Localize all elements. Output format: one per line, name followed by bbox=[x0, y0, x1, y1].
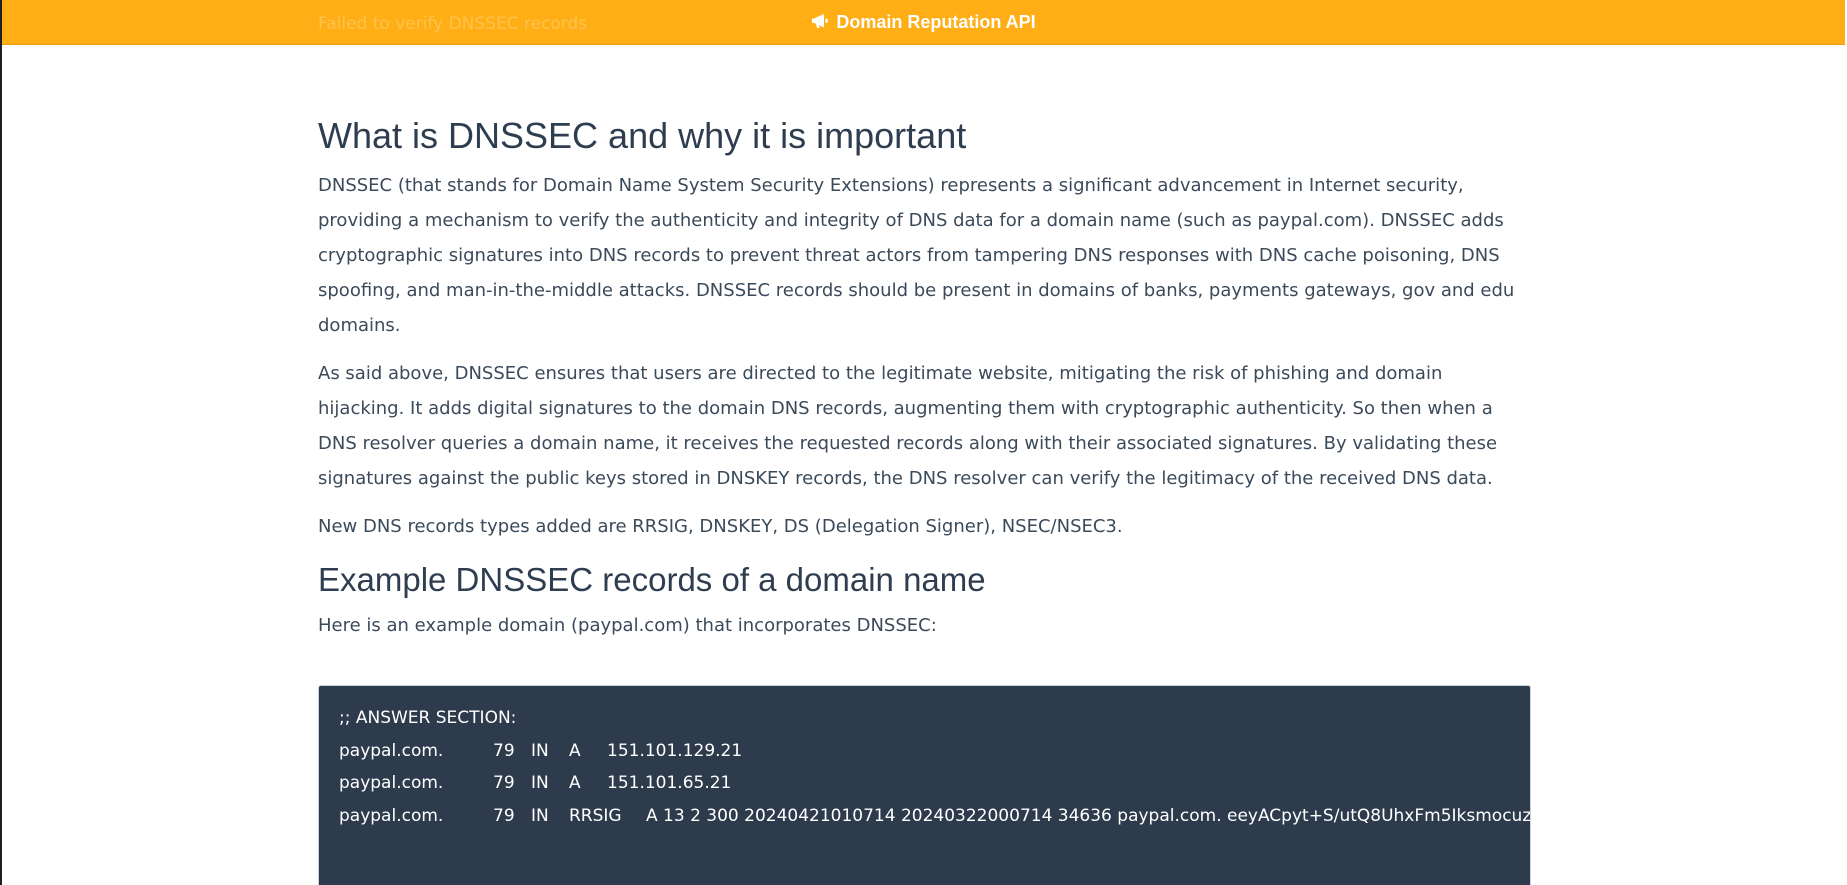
record-ttl: 79 bbox=[493, 740, 515, 761]
paragraph-intro: DNSSEC (that stands for Domain Name Syst… bbox=[318, 175, 1515, 336]
section-heading-what-is-dnssec: What is DNSSEC and why it is important bbox=[318, 115, 967, 156]
record-class: IN bbox=[531, 773, 549, 793]
record-class: IN bbox=[531, 805, 549, 826]
record-name: paypal.com. bbox=[339, 740, 444, 761]
brand-link[interactable]: Domain Reputation API bbox=[2, 12, 1845, 34]
dns-records-code-block[interactable]: ;; ANSWER SECTION: paypal.com. 79 IN A 151.1… bbox=[318, 685, 1531, 885]
code-record-row: paypal.com. 79 IN A 151.101.65.21 bbox=[339, 767, 1510, 800]
main-content: What is DNSSEC and why it is important D… bbox=[318, 110, 1533, 885]
page-frame: Failed to verify DNSSEC records Domain R… bbox=[0, 0, 1845, 885]
record-ttl: 79 bbox=[493, 773, 515, 793]
record-type: A bbox=[569, 773, 581, 793]
record-type: RRSIG bbox=[569, 805, 622, 826]
section-heading-example: Example DNSSEC records of a domain name bbox=[318, 561, 986, 598]
paragraph-example-intro: Here is an example domain (paypal.com) t… bbox=[318, 615, 937, 636]
brand-title: Domain Reputation API bbox=[836, 12, 1036, 32]
record-name: paypal.com. bbox=[339, 805, 444, 826]
code-record-row: paypal.com. 79 IN A 151.101.129.21 bbox=[339, 735, 1510, 768]
paragraph-record-types: New DNS records types added are RRSIG, D… bbox=[318, 516, 1123, 537]
megaphone-icon bbox=[811, 13, 830, 34]
record-data: 151.101.65.21 bbox=[607, 773, 732, 793]
code-record-row: paypal.com. 79 IN RRSIG A 13 2 300 202404210… bbox=[339, 800, 1530, 833]
code-answer-header: ;; ANSWER SECTION: bbox=[339, 708, 517, 728]
record-ttl: 79 bbox=[493, 805, 515, 826]
record-class: IN bbox=[531, 740, 549, 761]
record-name: paypal.com. bbox=[339, 773, 444, 793]
top-banner: Failed to verify DNSSEC records Domain R… bbox=[2, 0, 1845, 45]
record-data: A 13 2 300 20240421010714 20240322000714… bbox=[646, 805, 1531, 826]
paragraph-legitimacy: As said above, DNSSEC ensures that users… bbox=[318, 363, 1498, 489]
record-data: 151.101.129.21 bbox=[607, 740, 743, 761]
record-type: A bbox=[569, 740, 581, 761]
